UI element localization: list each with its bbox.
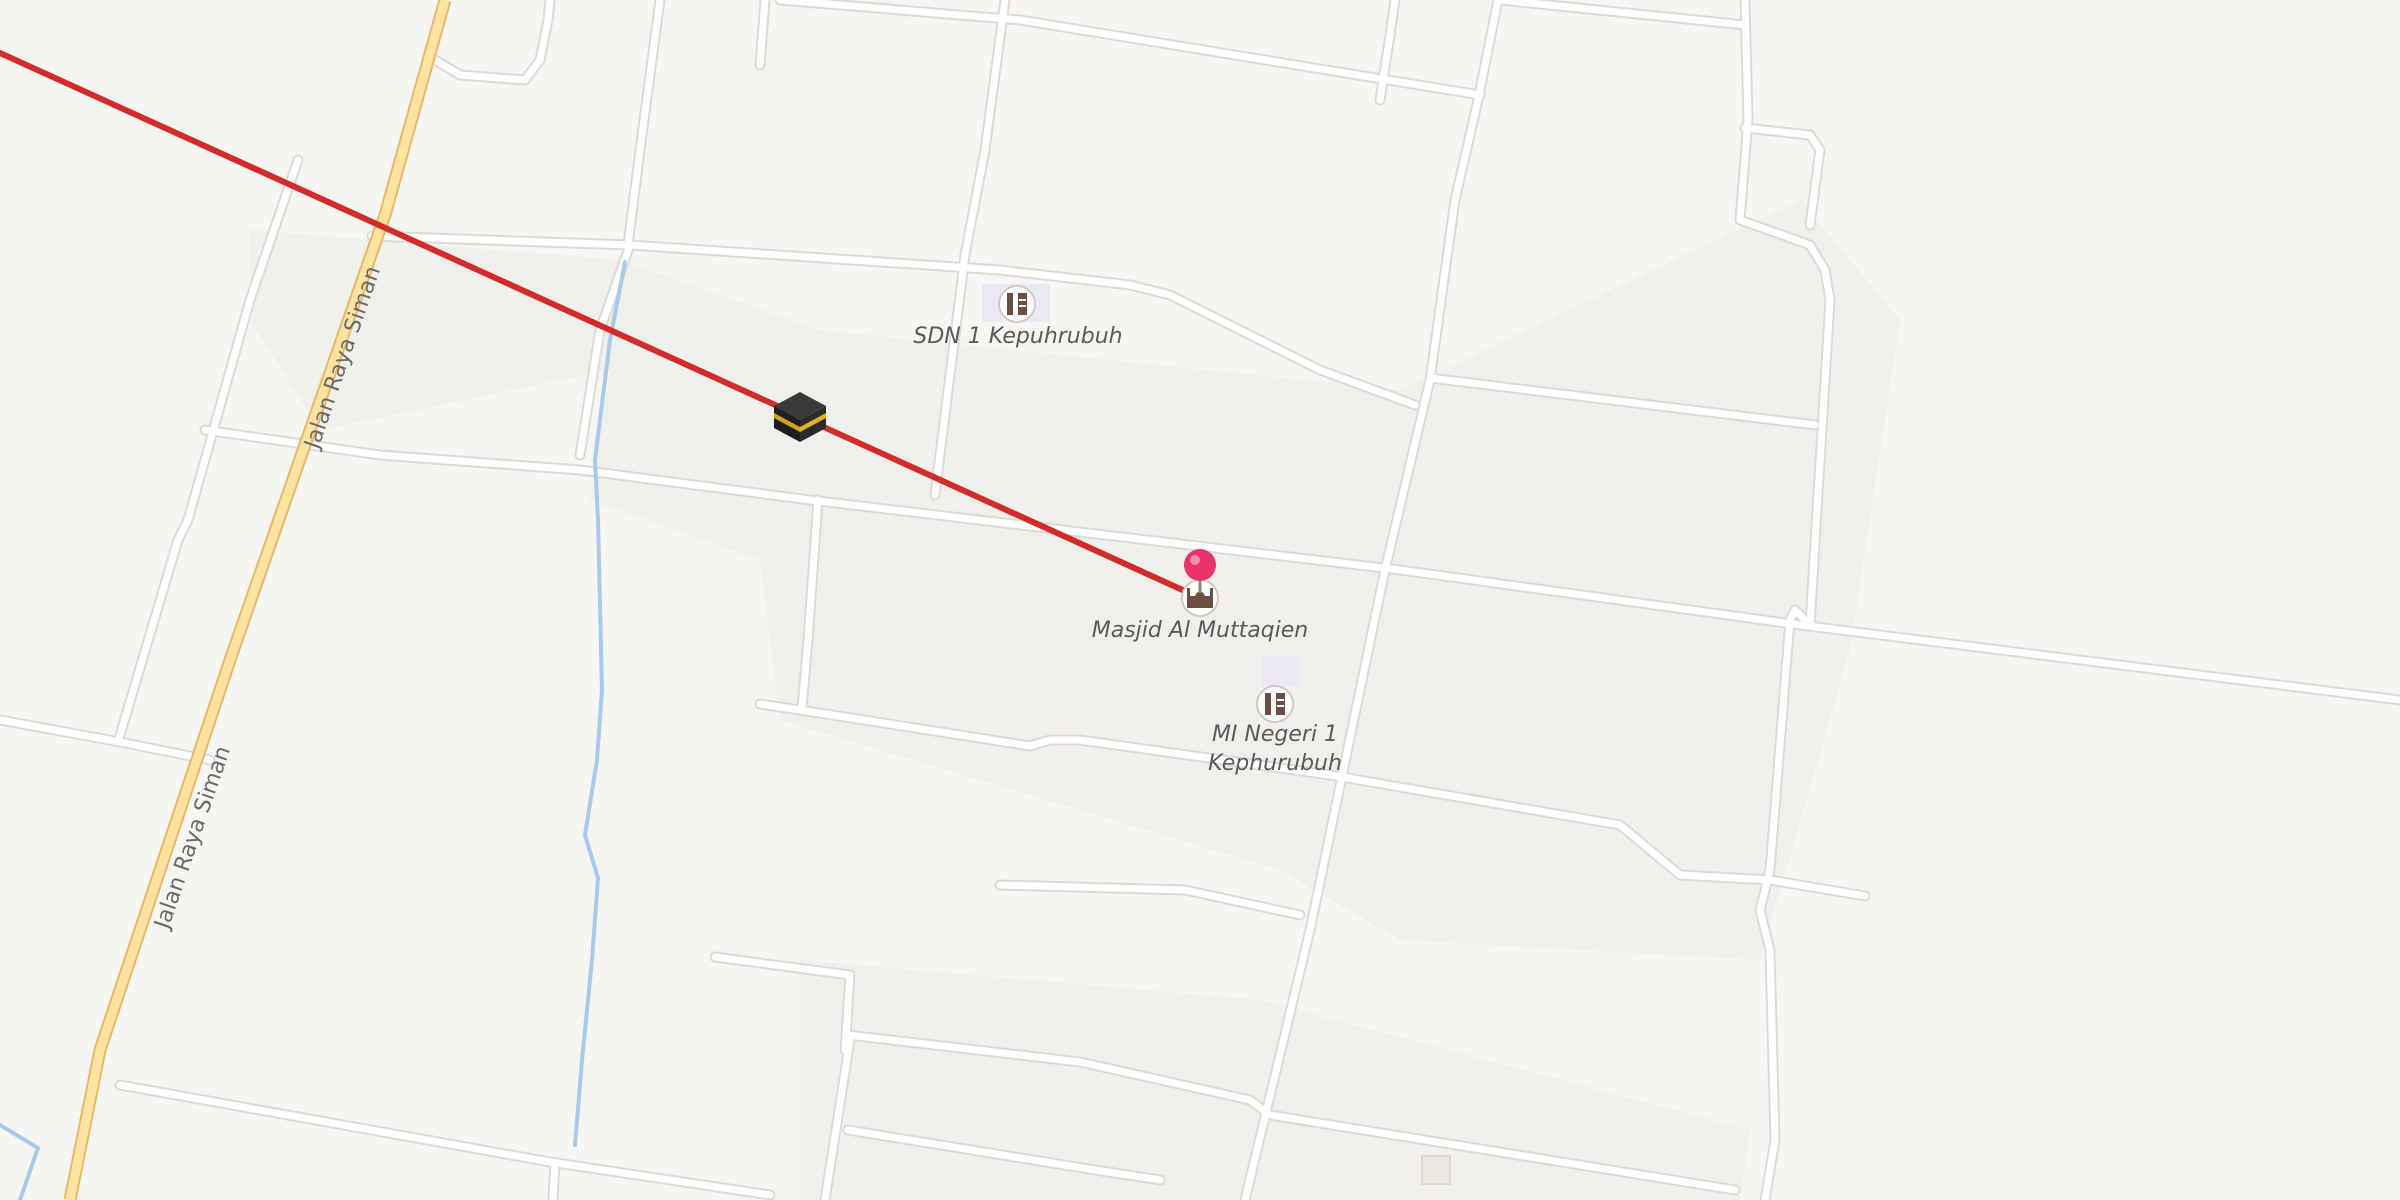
mosque-label: Masjid Al Muttaqien [1092,618,1308,643]
school-label-line2: Kephurubuh [1208,751,1342,776]
building [1421,1155,1451,1185]
map-canvas[interactable]: Jalan Raya Siman Jalan Raya Siman SDN 1 … [0,0,2400,1200]
school-label-line1: MI Negeri 1 [1212,722,1338,747]
school-icon [1256,685,1294,723]
school-area [1262,656,1300,686]
school-icon [998,285,1036,323]
school-label: SDN 1 Kepuhrubuh [913,324,1122,349]
